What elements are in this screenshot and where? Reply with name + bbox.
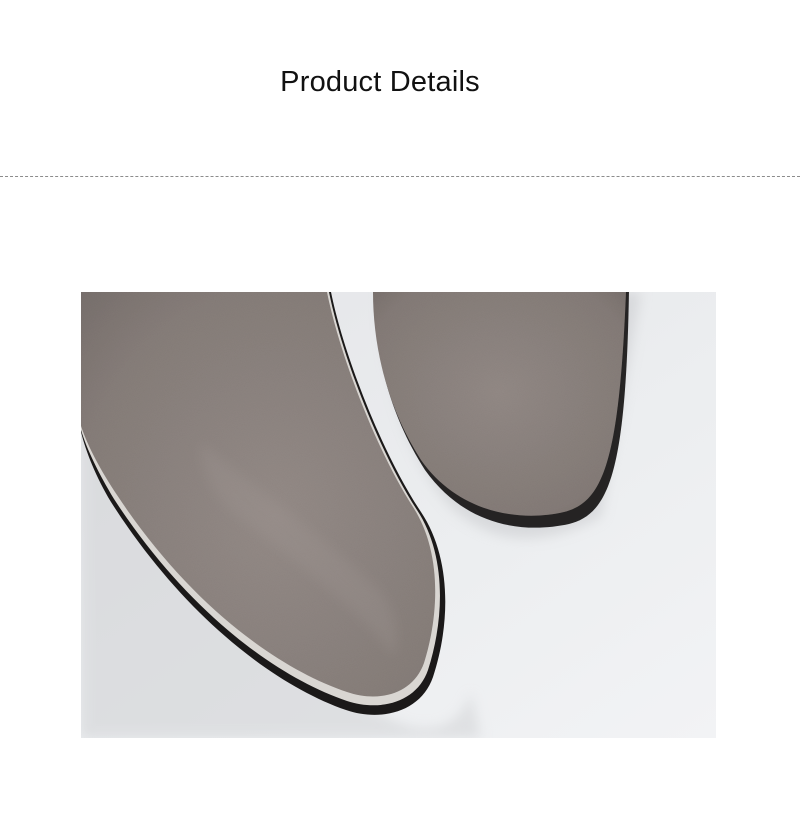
section-divider [0, 176, 800, 177]
section-title: Product Details [280, 66, 480, 98]
product-photo [81, 292, 716, 738]
